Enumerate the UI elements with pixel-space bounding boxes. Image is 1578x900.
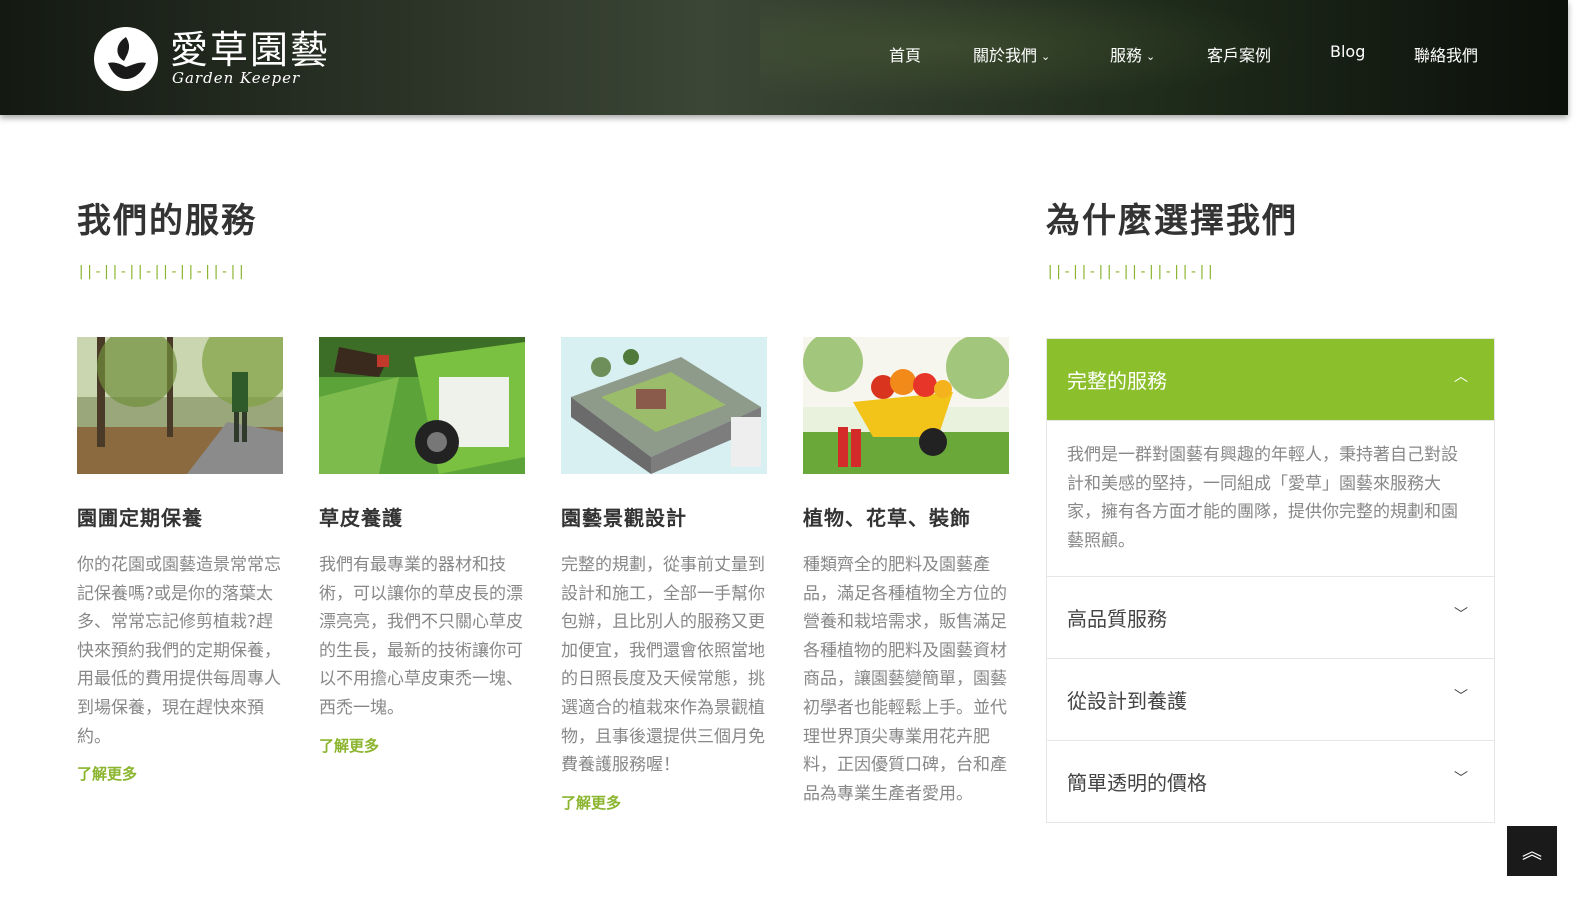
nav-blog-label: Blog	[1330, 42, 1366, 61]
card-title: 園圃定期保養	[77, 506, 203, 530]
chevron-down-icon: ﹀	[1454, 771, 1468, 787]
accordion-label: 完整的服務	[1067, 369, 1167, 393]
leaf-hand-logo-icon	[94, 27, 158, 91]
lawn-mower-image[interactable]	[319, 337, 525, 474]
card-description: 完整的規劃，從事前丈量到設計和施工，全部一手幫你包辦，且比別人的服務又更加便宜，…	[561, 555, 765, 776]
service-card-lawn: 草皮養護 我們有最專業的器材和技術，可以讓你的草皮長的漂漂亮亮，我們不只關心草皮…	[319, 337, 525, 756]
nav-contact[interactable]: 聯絡我們	[1414, 42, 1478, 66]
accordion-panel: 我們是一群對園藝有興趣的年輕人，秉持著自己對設計和美感的堅持，一同組成「愛草」園…	[1047, 421, 1494, 577]
landscape-design-render-image[interactable]	[561, 337, 767, 474]
why-accordion: 完整的服務 ︿ 我們是一群對園藝有興趣的年輕人，秉持著自己對設計和美感的堅持，一…	[1046, 338, 1495, 823]
card-description: 種類齊全的肥料及園藝產品，滿足各種植物全方位的營養和栽培需求，販售滿足各種植物的…	[803, 555, 1007, 804]
chevron-down-icon: ⌄	[1146, 50, 1156, 63]
nav-services[interactable]: 服務 ⌄	[1110, 42, 1155, 66]
why-divider: ||-||-||-||-||-||-||	[1046, 264, 1215, 280]
nav-about-label: 關於我們	[973, 46, 1038, 65]
nav-cases-label: 客戶案例	[1207, 46, 1272, 65]
accordion-item-complete-service[interactable]: 完整的服務 ︿	[1047, 339, 1494, 421]
chevron-down-icon: ⌄	[1041, 50, 1051, 63]
nav-about[interactable]: 關於我們 ⌄	[973, 42, 1050, 66]
nav-blog[interactable]: Blog	[1330, 42, 1365, 61]
card-title: 園藝景觀設計	[561, 506, 687, 530]
nav-home[interactable]: 首頁	[889, 42, 921, 66]
brand-name: 愛草園藝	[170, 28, 331, 72]
card-title: 植物、花草、裝飾	[803, 506, 971, 530]
wheelbarrow-flowers-image[interactable]	[803, 337, 1009, 474]
nav-home-label: 首頁	[889, 46, 922, 65]
card-description: 我們有最專業的器材和技術，可以讓你的草皮長的漂漂亮亮，我們不只關心草皮的生長，最…	[319, 555, 523, 718]
double-chevron-up-icon: ︽	[1522, 839, 1542, 863]
accordion-label: 從設計到養護	[1067, 689, 1187, 713]
learn-more-link[interactable]: 了解更多	[319, 735, 379, 756]
accordion-label: 簡單透明的價格	[1067, 771, 1207, 795]
back-to-top-button[interactable]: ︽	[1507, 826, 1557, 876]
accordion-label: 高品質服務	[1067, 607, 1167, 631]
card-title: 草皮養護	[319, 506, 403, 530]
accordion-item-design-to-care[interactable]: 從設計到養護 ﹀	[1047, 659, 1494, 741]
service-card-design: 園藝景觀設計 完整的規劃，從事前丈量到設計和施工，全部一手幫你包辦，且比別人的服…	[561, 337, 767, 813]
accordion-item-pricing[interactable]: 簡單透明的價格 ﹀	[1047, 741, 1494, 822]
service-card-maintenance: 園圃定期保養 你的花園或園藝造景常常忘記保養嗎?或是你的落葉太多、常常忘記修剪植…	[77, 337, 283, 784]
worker-blowing-leaves-image[interactable]	[77, 337, 283, 474]
chevron-down-icon: ﹀	[1454, 689, 1468, 705]
services-divider: ||-||-||-||-||-||-||	[77, 264, 246, 280]
accordion-item-quality[interactable]: 高品質服務 ﹀	[1047, 577, 1494, 659]
card-description: 你的花園或園藝造景常常忘記保養嗎?或是你的落葉太多、常常忘記修剪植栽?趕快來預約…	[77, 555, 281, 747]
service-card-plants: 植物、花草、裝飾 種類齊全的肥料及園藝產品，滿足各種植物全方位的營養和栽培需求，…	[803, 337, 1009, 808]
learn-more-link[interactable]: 了解更多	[77, 763, 137, 784]
site-header: 愛草園藝 Garden Keeper 首頁 關於我們 ⌄ 服務 ⌄ 客戶案例 Blo…	[0, 0, 1568, 115]
services-title: 我們的服務	[77, 201, 257, 241]
brand-tagline: Garden Keeper	[172, 69, 301, 87]
chevron-up-icon: ︿	[1454, 369, 1468, 385]
nav-contact-label: 聯絡我們	[1414, 46, 1479, 65]
nav-cases[interactable]: 客戶案例	[1207, 42, 1271, 66]
chevron-down-icon: ﹀	[1454, 607, 1468, 623]
nav-services-label: 服務	[1110, 46, 1143, 65]
learn-more-link[interactable]: 了解更多	[561, 792, 621, 813]
why-title: 為什麼選擇我們	[1046, 201, 1298, 241]
brand-logo[interactable]: 愛草園藝 Garden Keeper	[94, 27, 344, 91]
